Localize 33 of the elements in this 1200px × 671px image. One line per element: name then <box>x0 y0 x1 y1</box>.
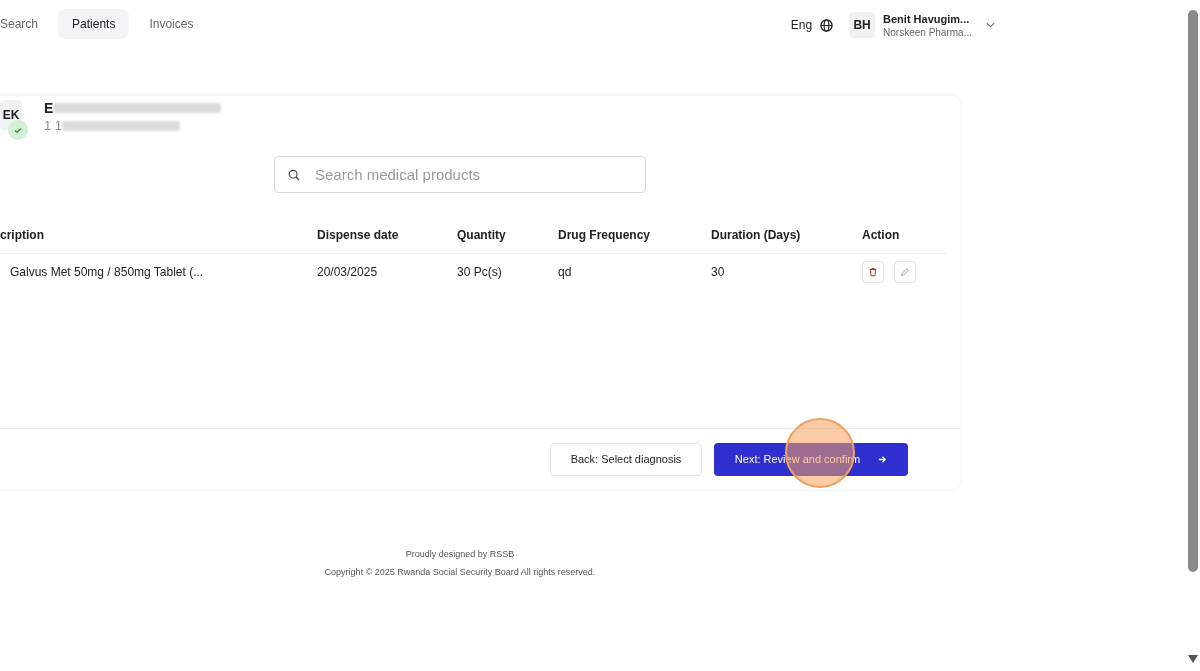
nav-tab[interactable]: Invoices <box>135 9 208 39</box>
back-button[interactable]: Back: Select diagnosis <box>550 442 702 476</box>
user-avatar: BH <box>849 12 876 38</box>
user-name: Benit Havugim... <box>883 11 970 26</box>
table-cell-text: 30 <box>711 265 726 279</box>
scroll-down-icon[interactable] <box>1187 655 1198 663</box>
user-organization: Norskeen Pharma... <box>883 25 972 39</box>
chevron-down-icon[interactable] <box>986 22 995 28</box>
column-header: Action <box>862 228 901 242</box>
search-field[interactable]: Search medical products <box>274 156 646 193</box>
language-label[interactable]: Eng <box>790 18 813 32</box>
patient-id: 1 1 <box>44 118 63 133</box>
table-cell-text: 30 Pc(s) <box>457 265 503 279</box>
table-cell-text: 20/03/2025 <box>317 265 379 279</box>
trash-icon <box>868 267 878 277</box>
column-header: Quantity <box>457 228 507 242</box>
globe-icon[interactable] <box>820 18 834 32</box>
nav-tab[interactable]: Search <box>0 9 53 39</box>
pencil-icon <box>900 267 910 277</box>
arrow-right-icon <box>878 454 888 464</box>
column-header: Dispense date <box>317 228 400 242</box>
search-icon <box>288 169 300 181</box>
column-header: Duration (Days) <box>711 228 802 242</box>
table-cell-text: Galvus Met 50mg / 850mg Tablet (... <box>9 265 205 279</box>
copyright-text: Copyright © 2025 Rwanda Social Security Board All rights reserved. <box>324 567 596 577</box>
credit-text: Proudly designed by RSSB <box>405 549 515 559</box>
column-header: Drug Frequency <box>558 228 651 242</box>
delete-button[interactable] <box>862 261 884 283</box>
scrollbar-thumb[interactable] <box>1187 10 1198 572</box>
table-cell-text: qd <box>558 265 573 279</box>
patient-name: E <box>44 100 54 116</box>
column-header: cription <box>0 228 45 242</box>
nav-tab[interactable]: Patients <box>58 9 130 39</box>
